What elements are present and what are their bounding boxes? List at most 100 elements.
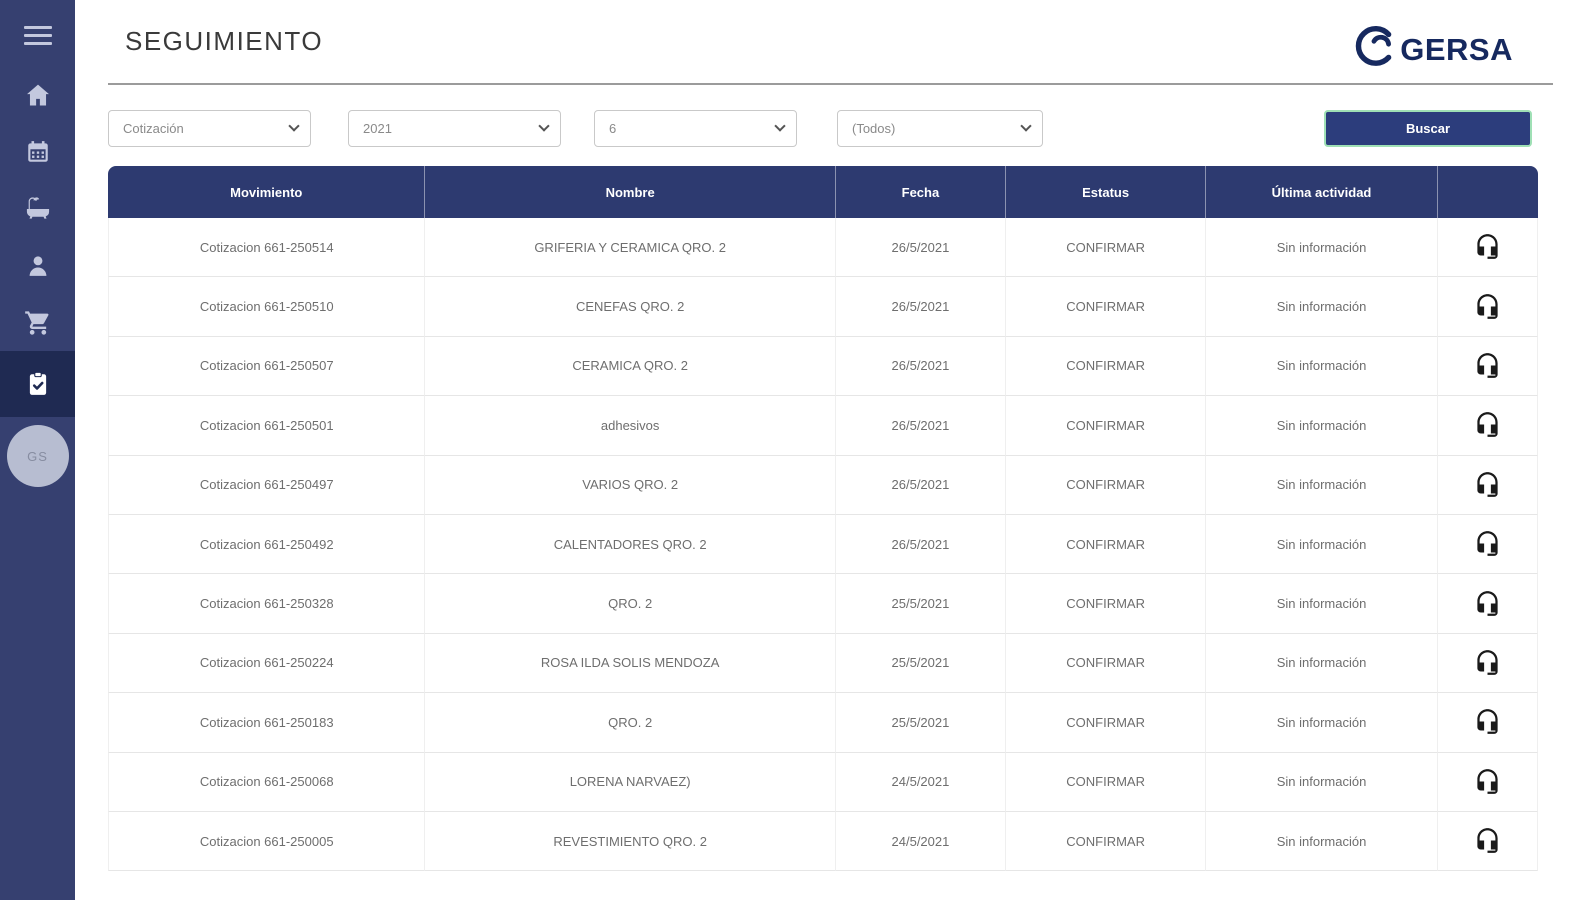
avatar[interactable]: GS: [6, 425, 69, 487]
headset-button[interactable]: [1470, 588, 1505, 619]
table-row: Cotizacion 661-250507 CERAMICA QRO. 2 26…: [108, 336, 1538, 397]
cell-estatus: CONFIRMAR: [1006, 752, 1207, 812]
headset-icon: [1474, 530, 1501, 557]
search-button[interactable]: Buscar: [1324, 109, 1532, 147]
table-row: Cotizacion 661-250183 QRO. 2 25/5/2021 C…: [108, 693, 1538, 753]
headset-icon: [1474, 768, 1501, 795]
headset-button[interactable]: [1470, 409, 1505, 440]
cell-nombre: QRO. 2: [425, 693, 836, 753]
page-title: SEGUIMIENTO: [125, 26, 324, 56]
cell-nombre: ROSA ILDA SOLIS MENDOZA: [425, 633, 836, 694]
sidebar-item-calendar[interactable]: [0, 123, 75, 180]
cell-estatus: CONFIRMAR: [1006, 574, 1207, 634]
table-row: Cotizacion 661-250328 QRO. 2 25/5/2021 C…: [108, 574, 1538, 634]
cell-fecha: 24/5/2021: [835, 752, 1007, 812]
cell-ultima-actividad: Sin información: [1206, 277, 1438, 337]
cell-movimiento: Cotizacion 661-250005: [108, 811, 426, 872]
headset-button[interactable]: [1470, 825, 1505, 856]
cell-movimiento: Cotizacion 661-250497: [108, 455, 426, 515]
cell-actions: [1437, 455, 1538, 515]
month-select[interactable]: 6: [594, 109, 797, 147]
table-row: Cotizacion 661-250492 CALENTADORES QRO. …: [108, 514, 1538, 575]
status-select[interactable]: (Todos): [837, 109, 1043, 147]
headset-icon: [1474, 471, 1501, 498]
cell-ultima-actividad: Sin información: [1206, 218, 1438, 278]
gersa-logo: GERSA: [1352, 24, 1513, 75]
cell-nombre: CERAMICA QRO. 2: [425, 336, 836, 397]
cell-nombre: CALENTADORES QRO. 2: [425, 514, 836, 575]
cell-actions: [1437, 336, 1538, 397]
headset-button[interactable]: [1470, 706, 1505, 737]
logo-text: GERSA: [1400, 31, 1513, 67]
table-row: Cotizacion 661-250005 REVESTIMIENTO QRO.…: [108, 811, 1538, 872]
cell-ultima-actividad: Sin información: [1206, 514, 1438, 575]
cell-nombre: adhesivos: [425, 396, 836, 456]
column-header-estatus: Estatus: [1006, 166, 1207, 218]
cell-estatus: CONFIRMAR: [1006, 218, 1207, 278]
table-row: Cotizacion 661-250510 CENEFAS QRO. 2 26/…: [108, 277, 1538, 337]
headset-button[interactable]: [1470, 291, 1505, 322]
column-header-ultima-actividad: Última actividad: [1206, 166, 1438, 218]
table-row: Cotizacion 661-250224 ROSA ILDA SOLIS ME…: [108, 633, 1538, 694]
header-divider: [108, 83, 1553, 85]
table-row: Cotizacion 661-250068 LORENA NARVAEZ) 24…: [108, 752, 1538, 812]
headset-icon: [1474, 590, 1501, 617]
year-select[interactable]: 2021: [348, 109, 561, 147]
app-window: GS SEGUIMIENTO GERSA Cotización 2021 6 (…: [0, 0, 1578, 900]
headset-button[interactable]: [1470, 766, 1505, 797]
headset-button[interactable]: [1470, 647, 1505, 678]
cell-nombre: REVESTIMIENTO QRO. 2: [425, 811, 836, 872]
cell-fecha: 26/5/2021: [835, 396, 1007, 456]
sidebar: GS: [0, 0, 75, 900]
table-row: Cotizacion 661-250514 GRIFERIA Y CERAMIC…: [108, 218, 1538, 278]
headset-button[interactable]: [1470, 528, 1505, 559]
cell-fecha: 26/5/2021: [835, 277, 1007, 337]
headset-button[interactable]: [1470, 469, 1505, 500]
cell-ultima-actividad: Sin información: [1206, 811, 1438, 872]
cell-actions: [1437, 574, 1538, 634]
table-header: Movimiento Nombre Fecha Estatus Última a…: [108, 166, 1538, 218]
clipboard-check-icon: [25, 371, 51, 397]
calendar-icon: [25, 139, 51, 165]
cell-actions: [1437, 277, 1538, 337]
headset-icon: [1474, 827, 1501, 854]
sidebar-item-cart[interactable]: [0, 294, 75, 351]
sidebar-item-bath[interactable]: [0, 180, 75, 237]
table-row: Cotizacion 661-250497 VARIOS QRO. 2 26/5…: [108, 455, 1538, 515]
movement-type-select[interactable]: Cotización: [108, 109, 311, 147]
headset-button[interactable]: [1470, 350, 1505, 381]
cell-movimiento: Cotizacion 661-250492: [108, 514, 426, 575]
cell-fecha: 25/5/2021: [835, 574, 1007, 634]
cell-actions: [1437, 693, 1538, 753]
cell-nombre: GRIFERIA Y CERAMICA QRO. 2: [425, 218, 836, 278]
cell-actions: [1437, 514, 1538, 575]
cell-nombre: LORENA NARVAEZ): [425, 752, 836, 812]
cell-ultima-actividad: Sin información: [1206, 752, 1438, 812]
cell-nombre: CENEFAS QRO. 2: [425, 277, 836, 337]
cell-actions: [1437, 218, 1538, 278]
headset-icon: [1474, 293, 1501, 320]
cell-ultima-actividad: Sin información: [1206, 396, 1438, 456]
cell-ultima-actividad: Sin información: [1206, 336, 1438, 397]
cell-ultima-actividad: Sin información: [1206, 455, 1438, 515]
cell-estatus: CONFIRMAR: [1006, 693, 1207, 753]
cell-estatus: CONFIRMAR: [1006, 514, 1207, 575]
headset-icon: [1474, 411, 1501, 438]
column-header-nombre: Nombre: [425, 166, 836, 218]
sidebar-item-tracking[interactable]: [0, 351, 75, 417]
filters-bar: Cotización 2021 6 (Todos) Buscar: [108, 109, 1553, 147]
user-icon: [24, 252, 52, 280]
sidebar-item-home[interactable]: [0, 66, 75, 123]
cell-estatus: CONFIRMAR: [1006, 336, 1207, 397]
headset-button[interactable]: [1470, 231, 1505, 262]
main-content: SEGUIMIENTO GERSA Cotización 2021 6 (Tod…: [75, 0, 1578, 900]
topbar: SEGUIMIENTO GERSA: [108, 0, 1553, 74]
column-header-movimiento: Movimiento: [108, 166, 426, 218]
bath-icon: [24, 195, 52, 223]
cell-ultima-actividad: Sin información: [1206, 633, 1438, 694]
sidebar-item-clients[interactable]: [0, 237, 75, 294]
menu-toggle-button[interactable]: [0, 12, 75, 58]
headset-icon: [1474, 352, 1501, 379]
cell-estatus: CONFIRMAR: [1006, 277, 1207, 337]
cart-icon: [24, 309, 52, 337]
